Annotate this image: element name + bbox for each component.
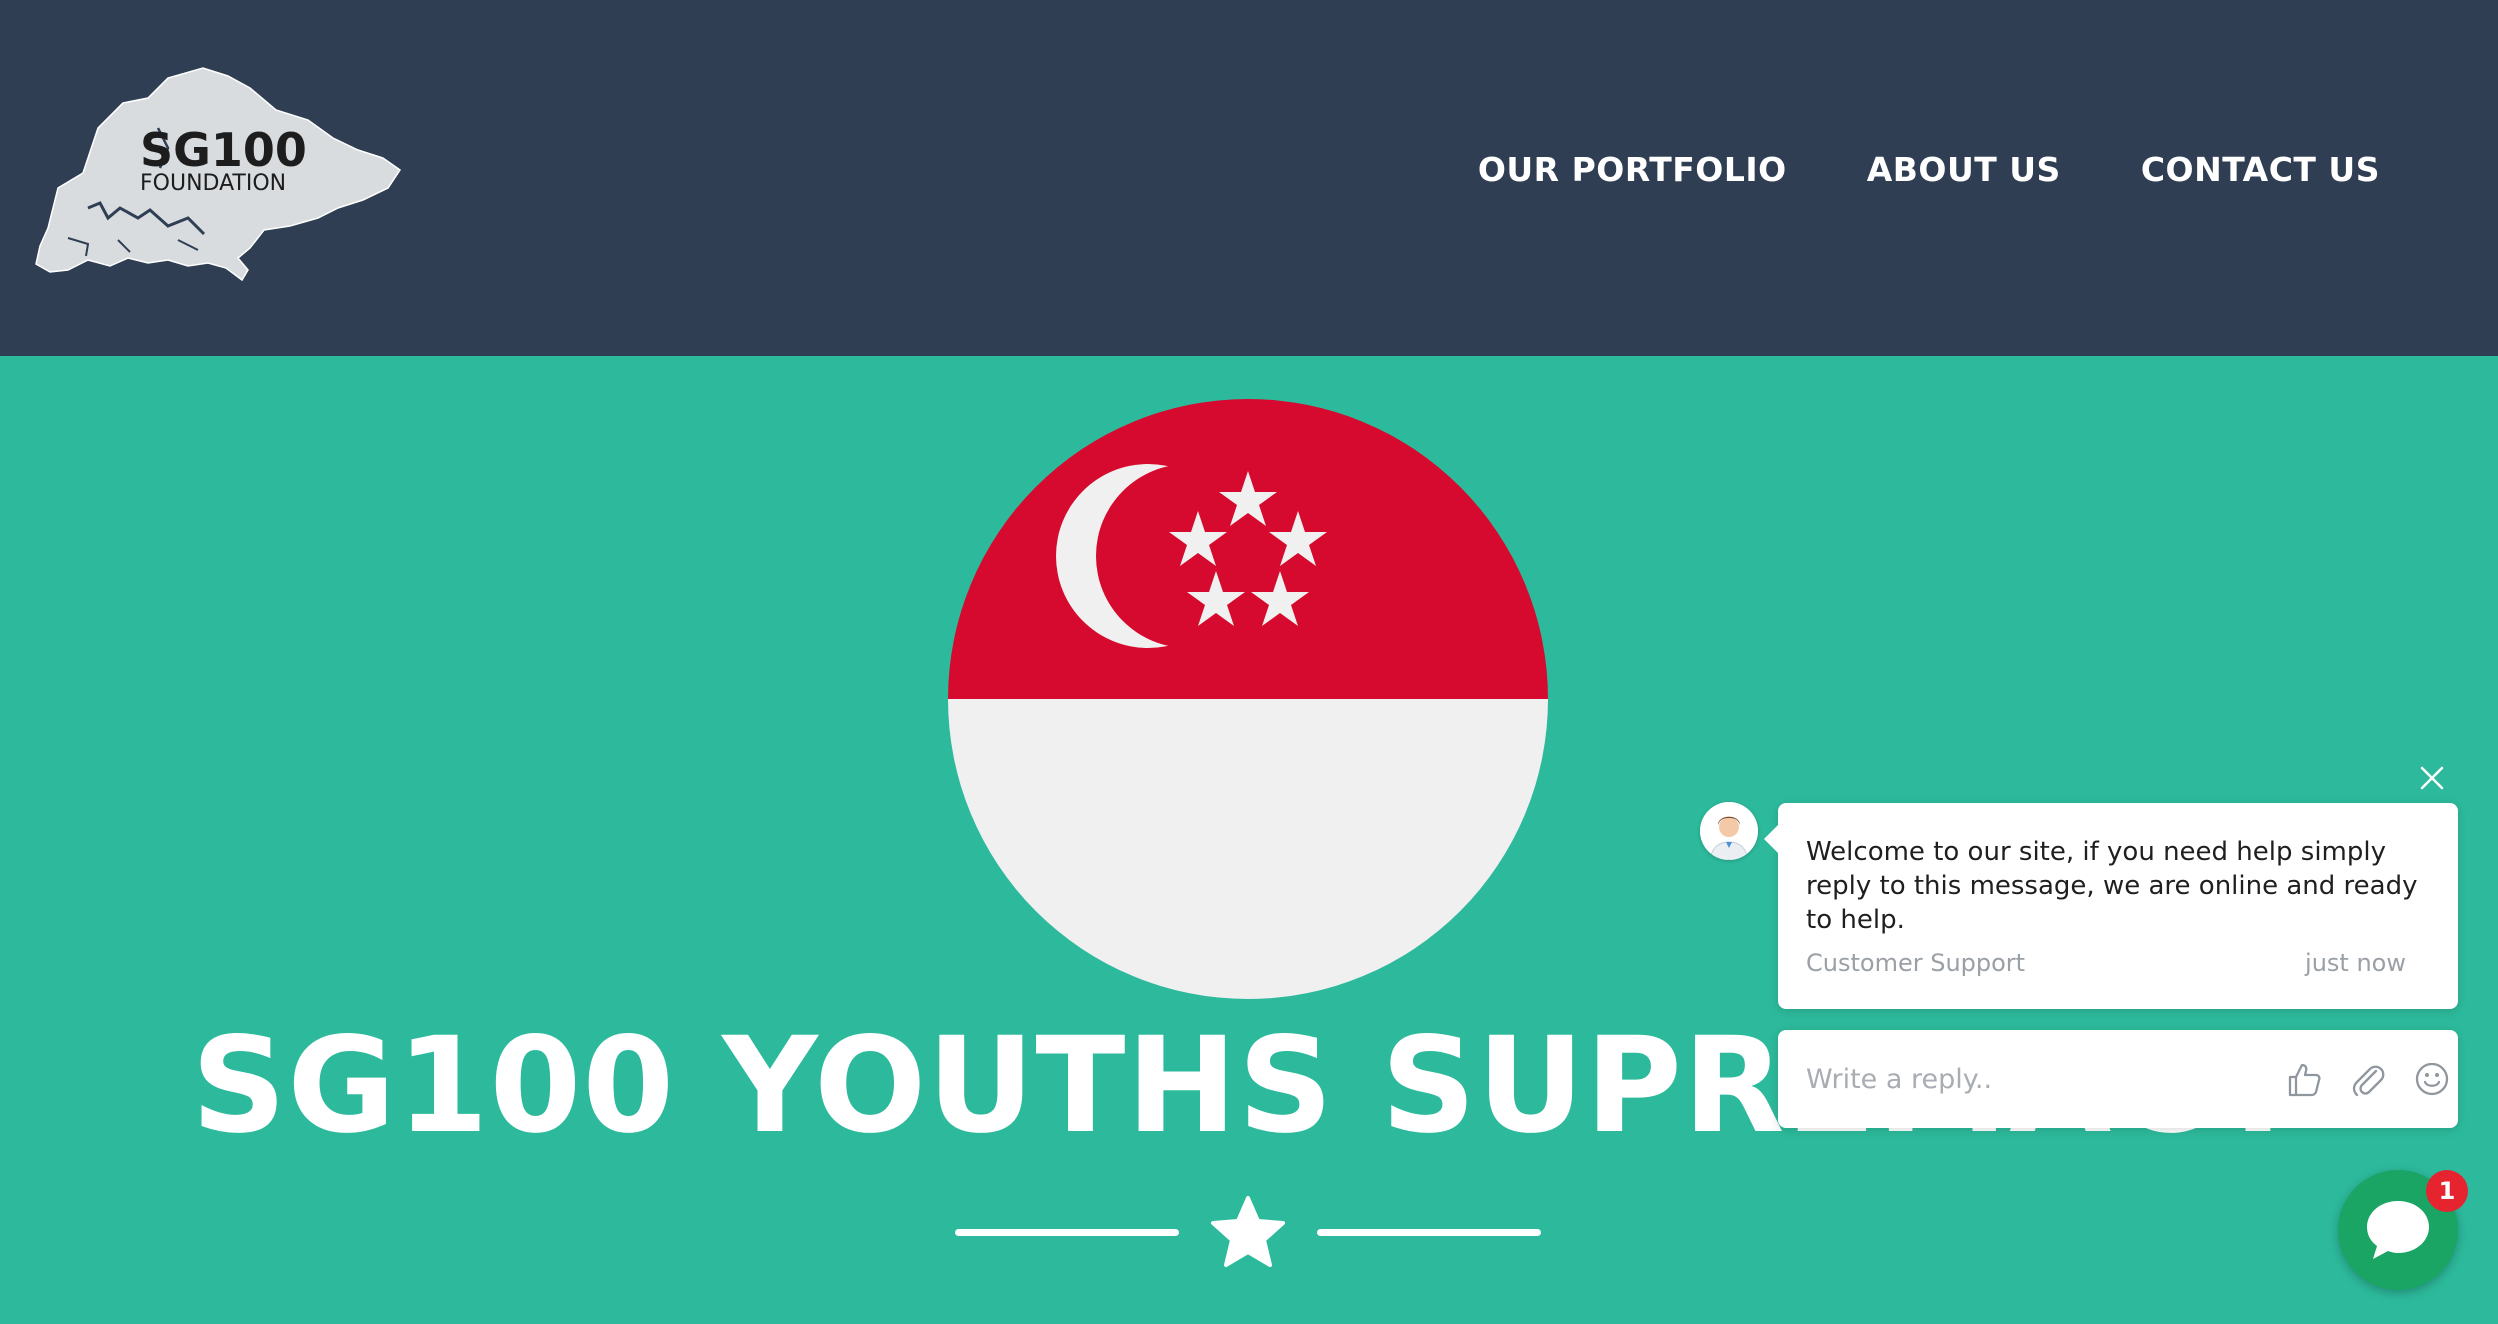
divider-line-left	[955, 1229, 1179, 1236]
paperclip-icon[interactable]	[2348, 1059, 2388, 1099]
chat-reply-input[interactable]	[1806, 1052, 2226, 1106]
site-header: SG100 FOUNDATION OUR PORTFOLIO ABOUT US …	[0, 0, 2498, 356]
support-agent-avatar	[1700, 802, 1758, 860]
chat-timestamp: just now	[2305, 949, 2406, 977]
star-divider	[955, 1194, 1541, 1270]
chat-reply-box	[1778, 1030, 2458, 1128]
main-nav: OUR PORTFOLIO ABOUT US CONTACT US	[1478, 150, 2380, 189]
logo-text-sub: FOUNDATION	[140, 171, 286, 196]
divider-star-icon	[1211, 1196, 1285, 1267]
close-icon[interactable]	[2414, 760, 2450, 796]
unread-badge: 1	[2426, 1170, 2468, 1212]
chat-message-bubble: Welcome to our site, if you need help si…	[1764, 803, 2458, 1009]
nav-about-us[interactable]: ABOUT US	[1867, 150, 2061, 189]
singapore-map-logo-icon: SG100 FOUNDATION	[35, 67, 402, 282]
sg100-foundation-logo[interactable]: SG100 FOUNDATION	[28, 58, 408, 304]
page: SG100 FOUNDATION OUR PORTFOLIO ABOUT US …	[0, 0, 2498, 1324]
divider-line-right	[1317, 1229, 1541, 1236]
smiley-icon[interactable]	[2412, 1059, 2452, 1099]
chat-author: Customer Support	[1806, 949, 2026, 977]
chat-message-text: Welcome to our site, if you need help si…	[1806, 837, 2418, 935]
nav-our-portfolio[interactable]: OUR PORTFOLIO	[1478, 150, 1787, 189]
chat-bubble-icon	[2367, 1201, 2429, 1259]
nav-contact-us[interactable]: CONTACT US	[2141, 150, 2380, 189]
thumbs-up-icon[interactable]	[2284, 1059, 2324, 1099]
logo-text-main: SG100	[140, 123, 307, 177]
singapore-flag-icon	[948, 399, 1548, 999]
